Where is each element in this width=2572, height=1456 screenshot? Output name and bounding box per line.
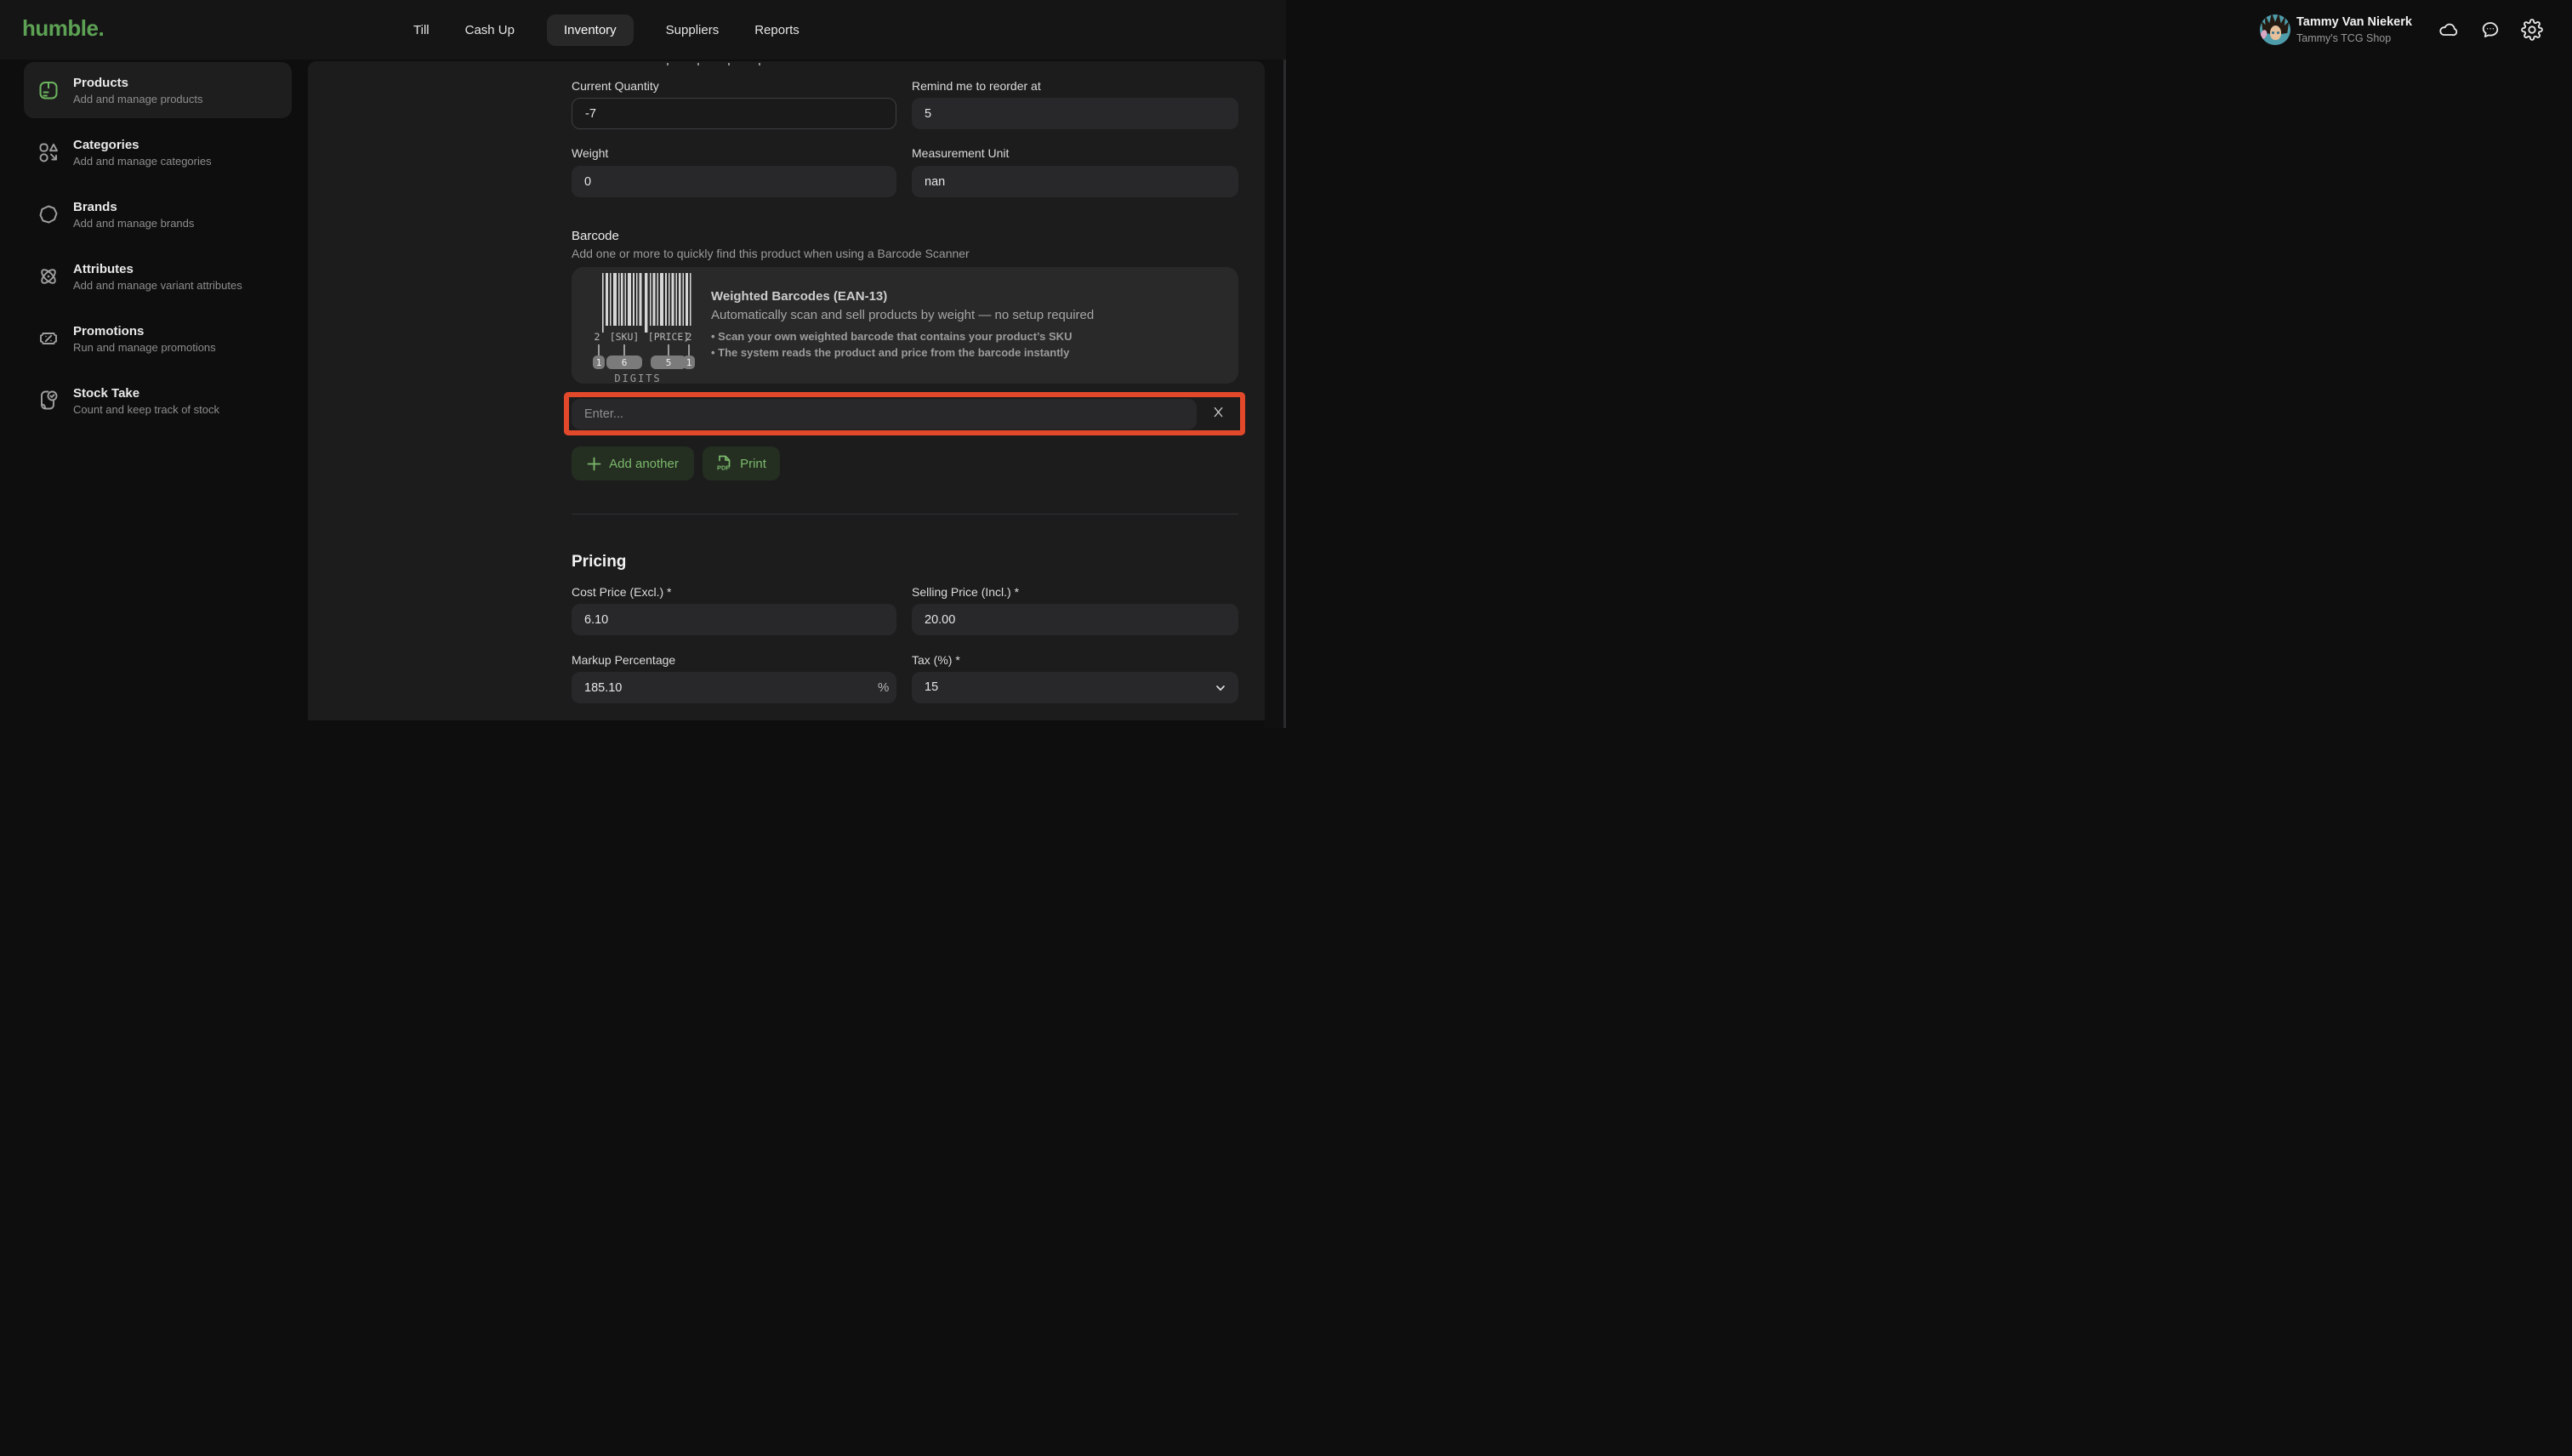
clipped-scrolled-text [667,61,789,65]
nav-item-cash-up[interactable]: Cash Up [462,14,518,46]
brand-logo: humble. [22,15,104,42]
measurement-unit-label: Measurement Unit [912,146,1238,160]
svg-text:6: 6 [622,357,628,368]
sidebar-item-label: Promotions [73,324,216,338]
selling-price-label: Selling Price (Incl.) * [912,585,1238,599]
vertical-scrollbar[interactable] [1283,60,1286,728]
add-another-label: Add another [609,457,679,471]
sidebar-item-description: Add and manage variant attributes [73,279,242,292]
user-name: Tammy Van Niekerk [2296,15,2412,29]
svg-text:2: 2 [686,331,692,343]
sidebar-item-categories[interactable]: Categories Add and manage categories [24,124,292,180]
cost-price-label: Cost Price (Excl.) * [572,585,896,599]
print-barcode-button[interactable]: PDF Print [703,446,780,481]
barcode-card-subtitle: Automatically scan and sell products by … [711,308,1094,322]
cloud-sync-icon[interactable] [2438,20,2458,40]
markup-percentage-label: Markup Percentage [572,653,896,667]
weight-label: Weight [572,146,896,160]
categories-icon [37,141,60,163]
sidebar-item-products[interactable]: Products Add and manage products [24,62,292,118]
main-nav: Till Cash Up Inventory Suppliers Reports [410,0,803,60]
nav-item-inventory[interactable]: Inventory [547,14,634,46]
reorder-at-input[interactable] [912,98,1238,129]
product-detail-panel: Current Quantity Remind me to reorder at… [308,61,1265,720]
barcode-entry-input[interactable] [572,399,1197,429]
close-icon [1212,406,1225,418]
barcode-label: Barcode [572,229,619,243]
avatar[interactable] [2260,14,2290,45]
reorder-at-label: Remind me to reorder at [912,79,1238,93]
user-org: Tammy's TCG Shop [2296,32,2391,44]
svg-text:[SKU]: [SKU] [610,331,640,343]
sidebar-item-label: Stock Take [73,386,219,401]
barcode-help-text: Add one or more to quickly find this pro… [572,247,970,260]
plus-icon [587,457,601,471]
inventory-sidebar: Products Add and manage products Categor… [0,60,308,728]
sidebar-item-label: Attributes [73,262,242,276]
svg-text:5: 5 [666,357,672,368]
svg-text:PDF: PDF [717,464,730,472]
sidebar-item-description: Count and keep track of stock [73,403,219,416]
sidebar-item-description: Add and manage brands [73,217,194,230]
barcode-card-title: Weighted Barcodes (EAN-13) [711,289,887,304]
svg-text:[PRICE]: [PRICE] [648,331,689,343]
pricing-heading: Pricing [572,553,626,572]
svg-text:2: 2 [595,331,600,343]
svg-text:DIGITS: DIGITS [614,373,661,384]
sidebar-item-label: Categories [73,138,212,152]
attributes-icon [37,265,60,287]
svg-text:1: 1 [596,357,602,368]
nav-item-reports[interactable]: Reports [751,14,803,46]
section-divider [572,514,1238,515]
barcode-card-bullet: • The system reads the product and price… [711,344,1072,361]
percent-suffix-icon: % [878,680,889,695]
promotions-icon [37,327,60,350]
svg-text:1: 1 [686,357,692,368]
highlight-rectangle [564,392,1245,435]
tax-select[interactable]: 15 [912,672,1238,703]
print-label: Print [740,457,766,471]
top-navbar: humble. Till Cash Up Inventory Suppliers… [0,0,1286,60]
ean13-barcode-diagram: 2 [SKU] [PRICE] 2 [592,273,696,380]
current-quantity-input[interactable] [572,98,896,129]
cost-price-input[interactable] [572,604,896,635]
sidebar-item-description: Add and manage products [73,93,203,105]
tax-label: Tax (%) * [912,653,1238,667]
sidebar-item-description: Run and manage promotions [73,341,216,354]
sidebar-item-stock-take[interactable]: Stock Take Count and keep track of stock [24,373,292,429]
add-another-barcode-button[interactable]: Add another [572,446,694,481]
sidebar-item-label: Products [73,76,203,90]
remove-barcode-button[interactable] [1197,399,1240,429]
nav-item-suppliers[interactable]: Suppliers [663,14,723,46]
sidebar-item-brands[interactable]: Brands Add and manage brands [24,186,292,242]
sidebar-item-promotions[interactable]: Promotions Run and manage promotions [24,310,292,367]
measurement-unit-input[interactable] [912,166,1238,197]
sidebar-item-attributes[interactable]: Attributes Add and manage variant attrib… [24,248,292,304]
sidebar-item-description: Add and manage categories [73,155,212,168]
sidebar-item-label: Brands [73,200,194,214]
gear-icon[interactable] [2521,19,2543,41]
brands-icon [37,203,60,225]
chevron-down-icon [1215,682,1226,694]
weight-input[interactable] [572,166,896,197]
chat-icon[interactable] [2480,20,2501,40]
selling-price-input[interactable] [912,604,1238,635]
barcode-card-bullet: • Scan your own weighted barcode that co… [711,328,1072,344]
markup-percentage-input[interactable] [572,672,896,703]
weighted-barcode-info-card: 2 [SKU] [PRICE] 2 [572,267,1238,384]
products-icon [37,79,60,101]
pdf-icon: PDF [716,455,732,472]
current-quantity-label: Current Quantity [572,79,896,93]
nav-item-till[interactable]: Till [410,14,433,46]
stock-take-icon [37,390,60,412]
